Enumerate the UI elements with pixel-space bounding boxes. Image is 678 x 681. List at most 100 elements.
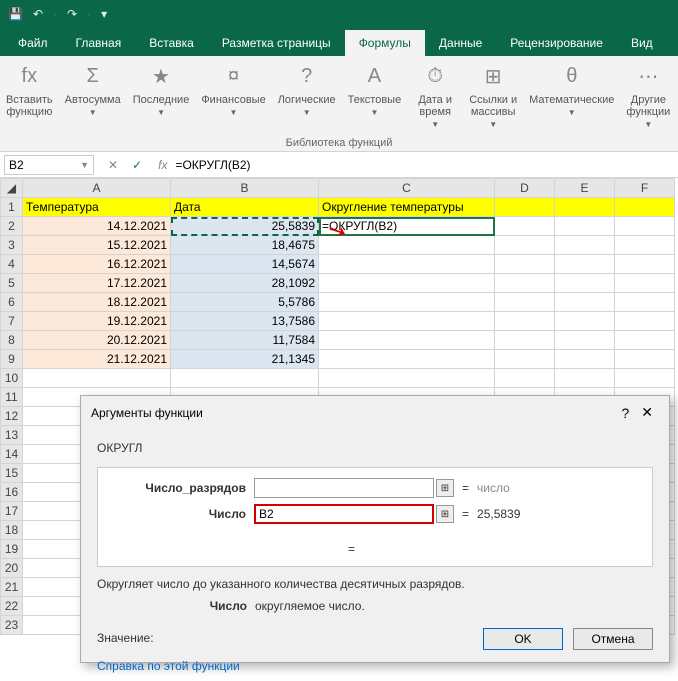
cell-D5[interactable]: [495, 274, 555, 293]
help-icon[interactable]: ?: [615, 403, 635, 423]
row-header-19[interactable]: 19: [1, 540, 23, 559]
cell-F7[interactable]: [615, 312, 675, 331]
row-header-6[interactable]: 6: [1, 293, 23, 312]
cell-F8[interactable]: [615, 331, 675, 350]
cell-A9[interactable]: 21.12.2021: [23, 350, 171, 369]
cell-E5[interactable]: [555, 274, 615, 293]
cell-C6[interactable]: [319, 293, 495, 312]
row-header-5[interactable]: 5: [1, 274, 23, 293]
row-header-16[interactable]: 16: [1, 483, 23, 502]
row-header-12[interactable]: 12: [1, 407, 23, 426]
cell-B1[interactable]: Дата: [171, 198, 319, 217]
fx-icon[interactable]: fx: [158, 158, 167, 172]
cell-F1[interactable]: [615, 198, 675, 217]
cell-E9[interactable]: [555, 350, 615, 369]
cell-B3[interactable]: 18,4675: [171, 236, 319, 255]
cell-E7[interactable]: [555, 312, 615, 331]
tab-Данные[interactable]: Данные: [425, 30, 496, 56]
ribbon-Автосумма[interactable]: ΣАвтосумма▼: [59, 56, 127, 134]
dialog-help-link[interactable]: Справка по этой функции: [97, 659, 240, 673]
tab-Вид[interactable]: Вид: [617, 30, 667, 56]
row-header-7[interactable]: 7: [1, 312, 23, 331]
row-header-14[interactable]: 14: [1, 445, 23, 464]
undo-icon[interactable]: ↶: [33, 7, 43, 21]
cell-D2[interactable]: [495, 217, 555, 236]
cell-C5[interactable]: [319, 274, 495, 293]
col-header-E[interactable]: E: [555, 179, 615, 198]
row-header-10[interactable]: 10: [1, 369, 23, 388]
col-header-F[interactable]: F: [615, 179, 675, 198]
row-header-23[interactable]: 23: [1, 616, 23, 635]
cancel-button[interactable]: Отмена: [573, 628, 653, 650]
ribbon-Вставить[interactable]: fxВставитьфункцию: [0, 56, 59, 134]
cell-F10[interactable]: [615, 369, 675, 388]
cell-A3[interactable]: 15.12.2021: [23, 236, 171, 255]
tab-Разметка страницы[interactable]: Разметка страницы: [208, 30, 345, 56]
cell-E1[interactable]: [555, 198, 615, 217]
cell-A6[interactable]: 18.12.2021: [23, 293, 171, 312]
row-header-8[interactable]: 8: [1, 331, 23, 350]
cell-A1[interactable]: Температура: [23, 198, 171, 217]
cell-A8[interactable]: 20.12.2021: [23, 331, 171, 350]
row-header-3[interactable]: 3: [1, 236, 23, 255]
cell-E6[interactable]: [555, 293, 615, 312]
col-header-C[interactable]: C: [319, 179, 495, 198]
cell-D6[interactable]: [495, 293, 555, 312]
row-header-18[interactable]: 18: [1, 521, 23, 540]
cell-E8[interactable]: [555, 331, 615, 350]
row-header-15[interactable]: 15: [1, 464, 23, 483]
cell-D10[interactable]: [495, 369, 555, 388]
cell-A2[interactable]: 14.12.2021: [23, 217, 171, 236]
row-header-4[interactable]: 4: [1, 255, 23, 274]
cell-B7[interactable]: 13,7586: [171, 312, 319, 331]
cell-E3[interactable]: [555, 236, 615, 255]
col-header-B[interactable]: B: [171, 179, 319, 198]
cell-C9[interactable]: [319, 350, 495, 369]
cell-B6[interactable]: 5,5786: [171, 293, 319, 312]
row-header-1[interactable]: 1: [1, 198, 23, 217]
row-header-21[interactable]: 21: [1, 578, 23, 597]
cell-A5[interactable]: 17.12.2021: [23, 274, 171, 293]
cell-B5[interactable]: 28,1092: [171, 274, 319, 293]
tab-Главная[interactable]: Главная: [62, 30, 136, 56]
cell-F6[interactable]: [615, 293, 675, 312]
row-header-11[interactable]: 11: [1, 388, 23, 407]
range-selector-icon[interactable]: ⊞: [436, 505, 454, 523]
cell-D9[interactable]: [495, 350, 555, 369]
row-header-17[interactable]: 17: [1, 502, 23, 521]
cell-E10[interactable]: [555, 369, 615, 388]
cell-D3[interactable]: [495, 236, 555, 255]
cell-C4[interactable]: [319, 255, 495, 274]
tab-file[interactable]: Файл: [4, 30, 62, 56]
cell-B4[interactable]: 14,5674: [171, 255, 319, 274]
ribbon-Математические[interactable]: θМатематические▼: [523, 56, 620, 134]
range-selector-icon[interactable]: ⊞: [436, 479, 454, 497]
dialog-titlebar[interactable]: Аргументы функции ? ✕: [81, 396, 669, 429]
cell-A7[interactable]: 19.12.2021: [23, 312, 171, 331]
row-header-2[interactable]: 2: [1, 217, 23, 236]
row-header-20[interactable]: 20: [1, 559, 23, 578]
qat-customize-icon[interactable]: ▾: [101, 7, 107, 21]
cell-B2[interactable]: 25,5839: [171, 217, 319, 236]
cell-A10[interactable]: [23, 369, 171, 388]
cell-A4[interactable]: 16.12.2021: [23, 255, 171, 274]
ribbon-Финансовые[interactable]: ¤Финансовые▼: [195, 56, 271, 134]
cell-F3[interactable]: [615, 236, 675, 255]
tab-Рецензирование[interactable]: Рецензирование: [496, 30, 617, 56]
ribbon-Логические[interactable]: ?Логические▼: [272, 56, 342, 134]
cell-D4[interactable]: [495, 255, 555, 274]
save-icon[interactable]: 💾: [8, 7, 23, 21]
formula-input[interactable]: [173, 156, 678, 174]
cell-F9[interactable]: [615, 350, 675, 369]
ribbon-Ссылки и[interactable]: ⊞Ссылки имассивы▼: [463, 56, 523, 134]
cell-C2[interactable]: =ОКРУГЛ(B2): [319, 217, 495, 236]
confirm-icon[interactable]: ✓: [132, 158, 142, 172]
cancel-icon[interactable]: ✕: [108, 158, 118, 172]
cell-F5[interactable]: [615, 274, 675, 293]
cell-F2[interactable]: [615, 217, 675, 236]
arg-input-Число[interactable]: [254, 504, 434, 524]
cell-B8[interactable]: 11,7584: [171, 331, 319, 350]
ribbon-Дата и[interactable]: ⏱Дата ивремя▼: [407, 56, 463, 134]
tab-Формулы[interactable]: Формулы: [345, 30, 425, 56]
col-header-D[interactable]: D: [495, 179, 555, 198]
